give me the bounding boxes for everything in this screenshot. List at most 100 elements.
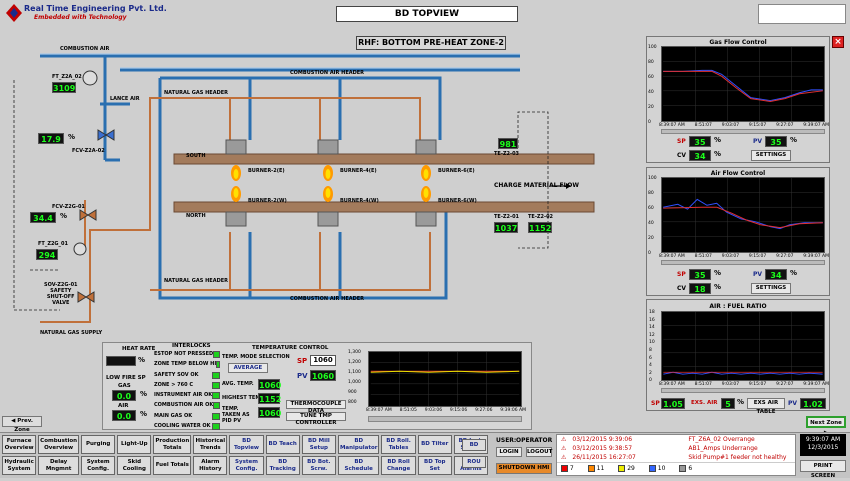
thermocouple-data-button[interactable]: THERMOCOUPLE DATA xyxy=(286,400,346,414)
nav-hydraulic-system[interactable]: Hydraulic System xyxy=(2,456,37,475)
air-sp-label: SP xyxy=(677,271,686,278)
exs-air-table-button[interactable]: EXS AIR TABLE xyxy=(747,398,785,415)
alarm-row[interactable]: ⚠ 26/11/2015 16:27:07 Skid Pump#1 feeder… xyxy=(557,453,795,462)
nav-production-totals[interactable]: Production Totals xyxy=(153,435,192,454)
fcv-z2a-unit: % xyxy=(68,133,76,141)
gas-settings-button[interactable]: SETTINGS xyxy=(751,150,791,161)
ratio-scrollbar[interactable] xyxy=(661,388,825,393)
nav-light-up[interactable]: Light-Up xyxy=(117,435,152,454)
air-cv-label: CV xyxy=(677,285,687,292)
nav-bd-top-set[interactable]: BD Top Set xyxy=(417,456,452,475)
alarm-bell-icon: ⚠ xyxy=(561,445,567,452)
te-z2-02-label: TE-Z2-02 xyxy=(528,214,554,220)
nav-bd-mill-setup[interactable]: BD Mill Setup xyxy=(301,435,336,454)
ft-z2g-label: FT_Z2G_01 xyxy=(38,241,68,247)
nav-rou-toggle[interactable]: ROU xyxy=(462,456,486,468)
clock-display: 9:39:07 AM 12/3/2015 xyxy=(800,434,846,456)
nav-bd-roll-change[interactable]: BD Roll Change xyxy=(381,456,416,475)
tune-tmp-controller-button[interactable]: TUNE TMP CONTROLLER xyxy=(286,412,346,426)
nav-grid: Furnace Overview Combustion Overview Pur… xyxy=(2,435,488,475)
nav-system-config[interactable]: System Config. xyxy=(81,456,116,475)
temp-sp-label: SP xyxy=(297,357,308,365)
interlock-row: SAFETY SOV OK xyxy=(154,371,220,382)
logout-button[interactable]: LOGOUT xyxy=(526,447,552,457)
nav-bd-manipulator[interactable]: BD Manipulator xyxy=(337,435,380,454)
interlock-row: ZONE TEMP BELOW HI xyxy=(154,361,220,371)
nav-historical-trends[interactable]: Historical Trends xyxy=(193,435,228,454)
air-flow-scrollbar[interactable] xyxy=(661,260,825,265)
burner-6e-label: BURNER-6(E) xyxy=(438,168,475,174)
login-button[interactable]: LOGIN xyxy=(496,447,522,457)
prev-zone-button[interactable]: ◀ Prev. Zone xyxy=(2,416,42,433)
south-label: SOUTH xyxy=(186,153,206,159)
alarm-row[interactable]: ⚠ 03/12/2015 9:39:06 FT_Z6A_02 Overrange xyxy=(557,435,795,444)
nav-bd-bot-scrw[interactable]: BD Bot. Scrw. xyxy=(301,456,336,475)
next-zone-button[interactable]: Next Zone ▶ xyxy=(806,416,846,436)
nav-fuel-totals[interactable]: Fuel Totals xyxy=(153,456,192,475)
air-pv-value: 34 xyxy=(765,269,787,280)
ratio-sp-value[interactable]: 1.05 xyxy=(661,398,685,409)
gas-pv-label: PV xyxy=(753,138,763,145)
low-fire-air-label: AIR xyxy=(118,403,129,409)
nav-bd-tracking[interactable]: BD Tracking xyxy=(265,456,300,475)
user-name: OPERATOR xyxy=(516,437,553,444)
nav-furnace-overview[interactable]: Furnace Overview xyxy=(2,435,37,454)
alarm-row[interactable]: ⚠ 03/12/2015 9:38:57 AB1_Amps Underrange xyxy=(557,444,795,453)
nav-bd-toggle[interactable]: BD xyxy=(462,439,486,451)
highest-temp-value: 1152 xyxy=(258,393,282,404)
air-cv-unit: % xyxy=(714,283,722,291)
temp-trend-x-axis: 8:39:07 AM 8:51:05 9:03:06 9:15:06 9:27:… xyxy=(366,408,526,413)
temp-trend-scrollbar[interactable] xyxy=(368,416,522,422)
gas-sp-value[interactable]: 35 xyxy=(689,136,711,147)
interlock-ok-indicator xyxy=(212,412,220,420)
temp-taken-value: 1060 xyxy=(258,407,282,418)
air-cv-value: 18 xyxy=(689,283,711,294)
shutdown-hmi-button[interactable]: SHUTDOWN HMI xyxy=(496,463,552,474)
fcv-z2a-value: 17.9 xyxy=(38,133,64,144)
alarm-bell-icon: ⚠ xyxy=(561,436,567,443)
heat-rate-unit: % xyxy=(138,356,146,364)
nav-bd-tilter[interactable]: BD Tilter xyxy=(417,435,452,454)
nav-bd-teach[interactable]: BD Teach xyxy=(265,435,300,454)
gas-flow-scrollbar[interactable] xyxy=(661,129,825,134)
temp-sp-value[interactable]: 1060 xyxy=(310,355,336,366)
low-count-icon xyxy=(648,465,656,472)
air-sp-value[interactable]: 35 xyxy=(689,269,711,280)
interlock-ok-indicator xyxy=(216,361,220,369)
interlocks-title: INTERLOCKS xyxy=(172,343,211,349)
nav-bd-topview[interactable]: BD Topview xyxy=(229,435,264,454)
low-fire-gas-value[interactable]: 0.0 xyxy=(112,390,136,401)
page-title: BD TOPVIEW xyxy=(336,6,518,22)
gas-pv-value: 35 xyxy=(765,136,787,147)
nav-combustion-overview[interactable]: Combustion Overview xyxy=(38,435,80,454)
close-icon[interactable]: × xyxy=(832,36,844,48)
nav-delay-mngmnt[interactable]: Delay Mngmnt xyxy=(38,456,80,475)
exs-air-value[interactable]: 5 xyxy=(721,398,735,409)
te-z2-01-value[interactable]: 1037 xyxy=(494,222,518,233)
nav-skid-cooling[interactable]: Skid Cooling xyxy=(117,456,152,475)
gas-flow-x-axis: 8:39:07 AM 8:51:07 9:03:07 9:15:07 9:27:… xyxy=(659,123,829,128)
burner-2e-label: BURNER-2(E) xyxy=(248,168,285,174)
te-z2-02-value[interactable]: 1152 xyxy=(528,222,552,233)
air-settings-button[interactable]: SETTINGS xyxy=(751,283,791,294)
nav-bd-roll-tables[interactable]: BD Roll. Tables xyxy=(381,435,416,454)
average-mode-button[interactable]: AVERAGE xyxy=(228,363,268,373)
nav-bd-schedule[interactable]: BD Schedule xyxy=(337,456,380,475)
interlock-ok-indicator xyxy=(212,423,220,431)
print-screen-button[interactable]: PRINT SCREEN xyxy=(800,460,846,479)
nav-bd-system-config[interactable]: System Config. xyxy=(229,456,264,475)
air-flow-panel: Air Flow Control 100 80 60 40 20 0 8:39:… xyxy=(646,167,830,296)
info-count-icon xyxy=(679,465,687,472)
te-z2-03-value[interactable]: 981 xyxy=(498,138,518,149)
burner-4w-label: BURNER-4(W) xyxy=(340,198,379,204)
gas-pv-unit: % xyxy=(790,136,798,144)
nav-purging[interactable]: Purging xyxy=(81,435,116,454)
gas-sp-unit: % xyxy=(714,136,722,144)
temp-taken-label: TEMP. TAKEN AS PID PV xyxy=(222,406,250,424)
natural-gas-header-label-bottom: NATURAL GAS HEADER xyxy=(164,278,228,284)
low-fire-air-value[interactable]: 0.0 xyxy=(112,410,136,421)
nav-alarm-history[interactable]: Alarm History xyxy=(193,456,228,475)
clock-date: 12/3/2015 xyxy=(807,444,839,451)
temp-pv-value: 1060 xyxy=(310,370,336,381)
sov-label: SOV-Z2G-01 SAFETY SHUT-OFF VALVE xyxy=(44,282,78,306)
